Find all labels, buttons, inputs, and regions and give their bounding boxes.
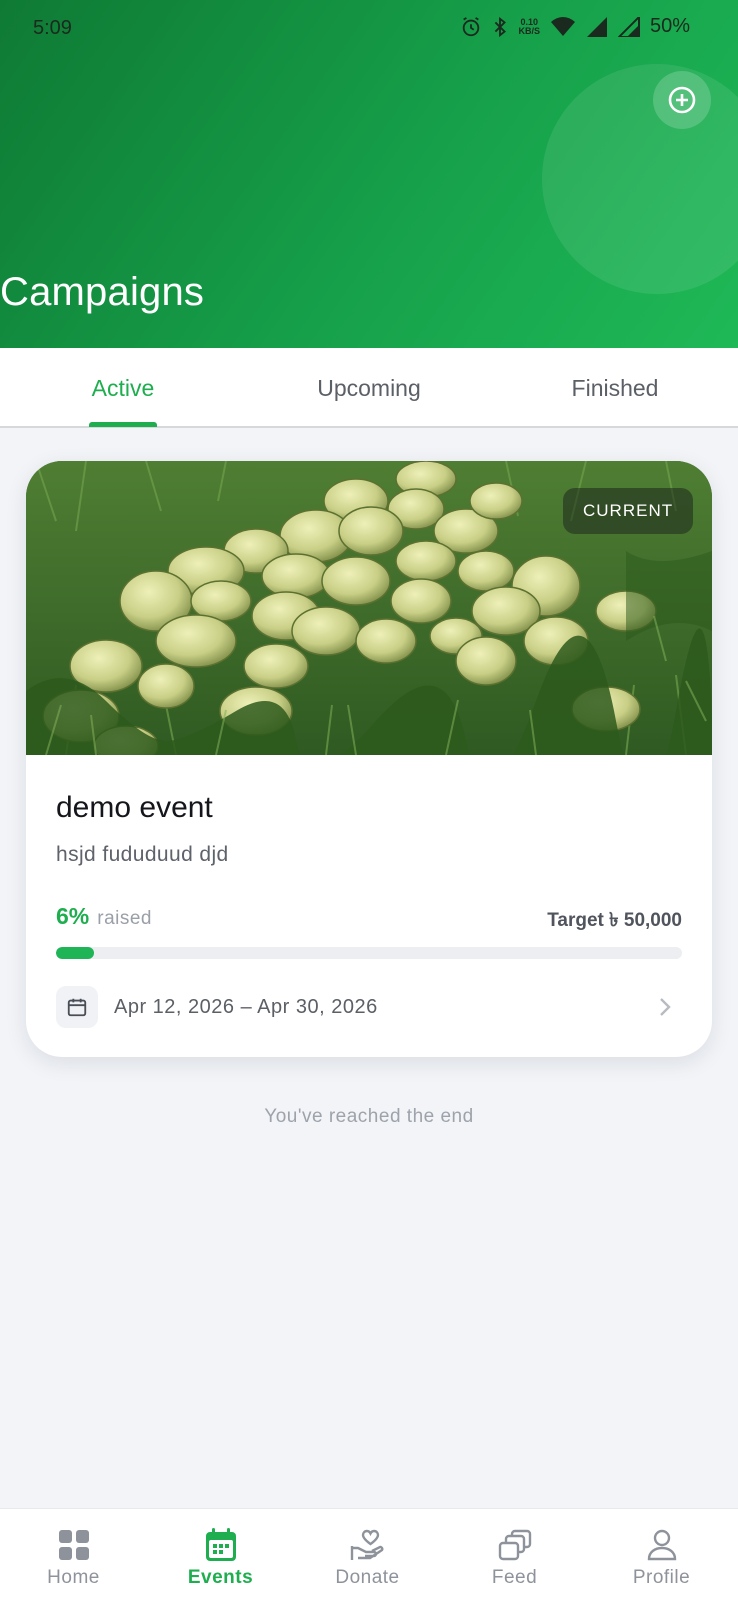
signal-icon	[586, 16, 607, 37]
header: 5:09 0.10 KB/S 50% Campaigns	[0, 0, 738, 348]
nav-home-label: Home	[47, 1567, 100, 1588]
tab-active[interactable]: Active	[0, 348, 246, 428]
status-time: 5:09	[33, 17, 72, 39]
nav-feed[interactable]: Feed	[441, 1509, 588, 1600]
feed-cards-icon	[498, 1529, 531, 1561]
add-campaign-button[interactable]	[653, 71, 711, 129]
status-badge: CURRENT	[563, 488, 694, 534]
end-of-list-message: You've reached the end	[264, 1106, 474, 1127]
tab-indicator	[89, 422, 157, 427]
nav-donate[interactable]: Donate	[294, 1509, 441, 1600]
alarm-icon	[463, 16, 480, 36]
calendar-icon	[67, 998, 87, 1017]
chevron-right-icon	[660, 998, 671, 1016]
network-speed: 0.10 KB/S	[518, 16, 540, 36]
nav-feed-label: Feed	[491, 1567, 538, 1588]
campaign-image: CURRENT	[26, 461, 712, 755]
signal-icon-2	[617, 16, 640, 37]
nav-events[interactable]: Events	[147, 1509, 294, 1600]
tab-finished[interactable]: Finished	[492, 348, 738, 428]
nav-donate-label: Donate	[335, 1567, 400, 1588]
tab-upcoming[interactable]: Upcoming	[246, 348, 492, 428]
raised-percent: 6%	[56, 903, 90, 929]
nav-profile-label: Profile	[632, 1567, 691, 1588]
campaign-card[interactable]: CURRENT demo event hsjd fududuud djd 6% …	[26, 461, 712, 1057]
nav-events-label: Events	[187, 1567, 254, 1588]
raised-label: raised	[97, 908, 152, 929]
date-range: Apr 12, 2026 – Apr 30, 2026	[114, 996, 378, 1018]
bluetooth-icon	[495, 16, 507, 37]
tab-bar: Active Upcoming Finished	[0, 348, 738, 428]
bottom-nav: Home Events Donate Feed Profile	[0, 1508, 738, 1600]
page-title: Campaigns	[0, 270, 205, 314]
status-bar: 5:09 0.10 KB/S 50%	[0, 0, 738, 56]
grid-icon	[58, 1530, 89, 1560]
nav-profile[interactable]: Profile	[588, 1509, 735, 1600]
status-icons: 0.10 KB/S 50%	[460, 15, 690, 38]
target-amount: Target ৳ 50,000	[547, 910, 682, 931]
hand-heart-icon	[350, 1529, 383, 1560]
campaign-title: demo event	[56, 791, 213, 824]
campaign-description: hsjd fududuud djd	[56, 843, 229, 866]
plus-circle-icon	[668, 86, 696, 114]
progress-fill	[56, 947, 94, 959]
nav-home[interactable]: Home	[0, 1509, 147, 1600]
progress-bar	[56, 947, 682, 959]
raised-info: 6% raised	[56, 903, 152, 930]
battery-level: 50%	[649, 15, 690, 37]
calendar-icon-box	[56, 986, 98, 1028]
date-row[interactable]: Apr 12, 2026 – Apr 30, 2026	[56, 986, 682, 1030]
user-icon	[647, 1529, 676, 1561]
wifi-icon	[550, 16, 575, 36]
calendar-icon	[205, 1528, 236, 1561]
